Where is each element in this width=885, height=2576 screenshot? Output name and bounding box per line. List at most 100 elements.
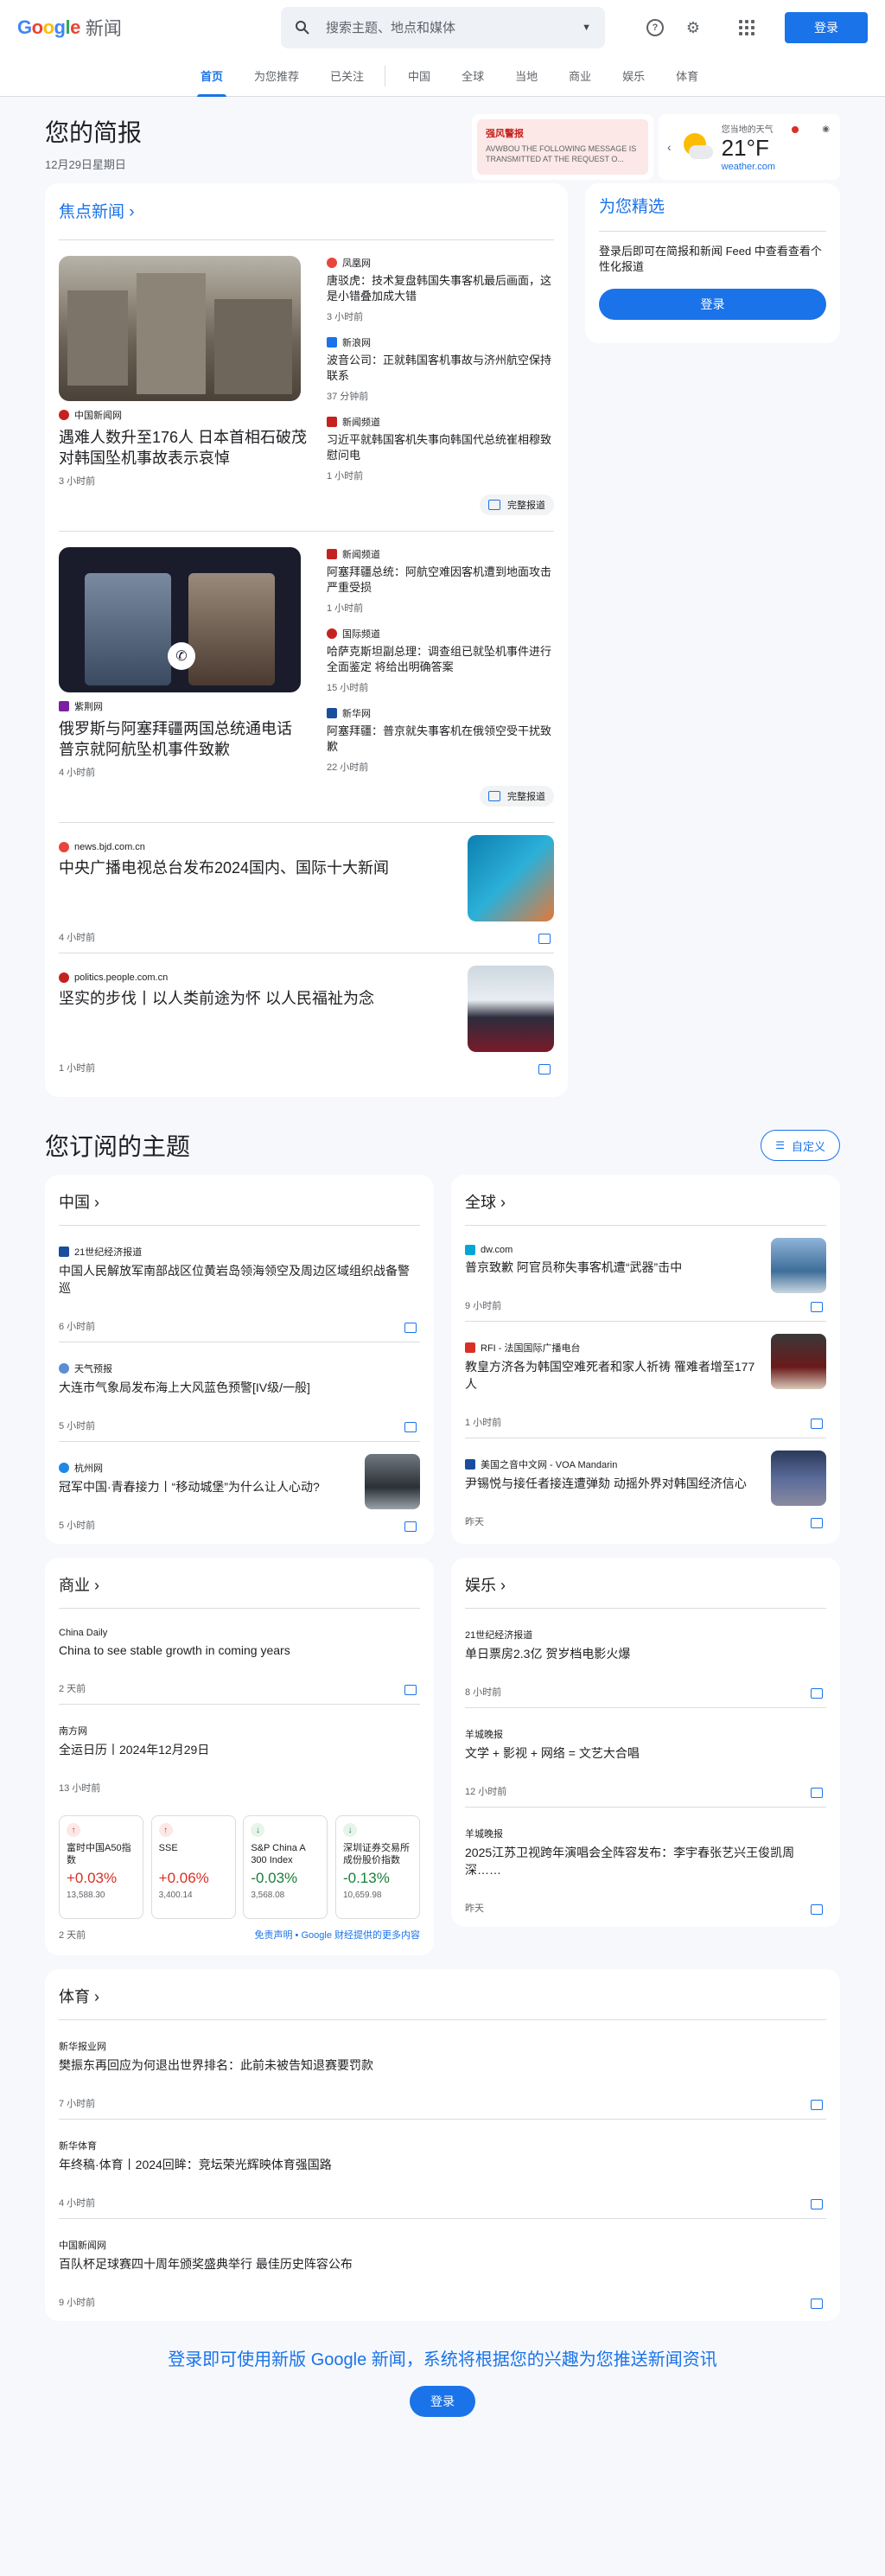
tab-following[interactable]: 已关注 — [320, 55, 374, 97]
google-logo-text: Google — [17, 16, 80, 38]
top-news-title[interactable]: 焦点新闻 › — [59, 194, 554, 240]
headline[interactable]: 大连市气象局发布海上大风蓝色预警[IV级/一般] — [59, 1379, 420, 1396]
headline[interactable]: 唐驳虎：技术复盘韩国失事客机最后画面，这是小错叠加成大错 — [327, 273, 554, 304]
full-coverage-icon[interactable] — [811, 1518, 823, 1528]
topic-title[interactable]: 商业 › — [59, 1566, 420, 1608]
full-coverage-icon[interactable] — [811, 1302, 823, 1312]
headline[interactable]: 坚实的步伐丨以人类前途为怀 以人民福祉为念 — [59, 988, 450, 1009]
story-thumbnail[interactable] — [771, 1334, 826, 1389]
headline[interactable]: China to see stable growth in coming yea… — [59, 1642, 420, 1659]
headline[interactable]: 樊振东再回应为何退出世界排名：此前未被告知退赛要罚款 — [59, 2056, 826, 2074]
weather-source[interactable]: weather.com — [722, 162, 775, 172]
headline[interactable]: 习近平就韩国客机失事向韩国代总统崔相穆致慰问电 — [327, 432, 554, 463]
customize-button[interactable]: ☰ 自定义 — [761, 1130, 840, 1161]
stock-value: 3,400.14 — [158, 1891, 193, 1900]
stock-value: 3,568.08 — [251, 1891, 285, 1900]
story-thumbnail[interactable] — [365, 1454, 420, 1509]
full-coverage-icon[interactable] — [811, 1419, 823, 1429]
stock-tile[interactable]: ↓ S&P China A 300 Index (CNY) -0.03% 3,5… — [243, 1815, 328, 1919]
source-label: 国际频道 — [327, 627, 554, 641]
full-coverage-icon[interactable] — [404, 1521, 417, 1532]
story-image[interactable]: ✆ — [59, 547, 301, 692]
search-bar[interactable]: ▼ — [281, 7, 605, 48]
stock-tile[interactable]: ↑ 富时中国A50指数 +0.03% 13,588.30 — [59, 1815, 143, 1919]
headline[interactable]: 普京致歉 阿官员称失事客机遭“武器”击中 — [465, 1259, 757, 1276]
full-coverage-button[interactable]: 完整报道 — [480, 786, 554, 807]
story-thumbnail[interactable] — [468, 835, 554, 921]
headline[interactable]: 中国人民解放军南部战区位黄岩岛领海领空及周边区域组织战备警巡 — [59, 1262, 420, 1297]
headline[interactable]: 年终稿·体育丨2024回眸：竞坛荣光辉映体育强国路 — [59, 2156, 826, 2173]
chevron-left-icon[interactable]: ‹ — [667, 140, 672, 154]
topic-title[interactable]: 娱乐 › — [465, 1566, 826, 1608]
full-coverage-icon[interactable] — [538, 934, 551, 944]
story-thumbnail[interactable] — [468, 966, 554, 1052]
tab-entertainment[interactable]: 娱乐 — [612, 55, 655, 97]
apps-grid-icon[interactable] — [729, 10, 764, 45]
headline[interactable]: 哈萨克斯坦副总理：调查组已就坠机事件进行全面鉴定 将给出明确答案 — [327, 644, 554, 675]
headline[interactable]: 冠军中国·青春接力丨“移动城堡”为什么让人心动? — [59, 1478, 351, 1495]
full-coverage-icon[interactable] — [811, 2100, 823, 2110]
tab-business[interactable]: 商业 — [558, 55, 602, 97]
picks-signin-button[interactable]: 登录 — [599, 289, 826, 320]
story-cluster: ✆ 紫荆网 俄罗斯与阿塞拜疆两国总统通电话 普京就阿航坠机事件致歉 4 小时前 … — [59, 532, 554, 823]
help-icon[interactable]: ? — [638, 10, 672, 45]
full-coverage-icon[interactable] — [404, 1685, 417, 1695]
headline[interactable]: 遇难人数升至176人 日本首相石破茂对韩国坠机事故表示哀悼 — [59, 427, 309, 469]
timestamp: 3 小时前 — [327, 312, 364, 322]
story-thumbnail[interactable] — [771, 1451, 826, 1506]
headline[interactable]: 文学 + 影视 + 网络 = 文艺大合唱 — [465, 1744, 826, 1762]
tab-sports[interactable]: 体育 — [665, 55, 709, 97]
headline[interactable]: 尹锡悦与接任者接连遭弹劾 动摇外界对韩国经济信心 — [465, 1475, 757, 1492]
tab-china[interactable]: 中国 — [398, 55, 441, 97]
full-coverage-icon[interactable] — [404, 1323, 417, 1333]
weather-widget[interactable]: ‹ 您当地的天气 21°F weather.com ◉ — [659, 114, 840, 180]
finance-more-link[interactable]: • Google 财经提供的更多内容 — [293, 1930, 420, 1941]
related-story: 凤凰网 唐驳虎：技术复盘韩国失事客机最后画面，这是小错叠加成大错 3 小时前 — [327, 256, 554, 323]
stock-tile[interactable]: ↓ 深圳证券交易所成份股价指数 -0.13% 10,659.98 — [334, 1815, 420, 1919]
full-coverage-icon[interactable] — [811, 2199, 823, 2209]
gear-icon[interactable]: ⚙ — [676, 10, 710, 45]
topic-title[interactable]: 中国 › — [59, 1183, 420, 1225]
source-label: 21世纪经济报道 — [465, 1630, 533, 1641]
google-news-logo[interactable]: Google 新闻 — [17, 15, 277, 41]
full-coverage-icon[interactable] — [811, 1788, 823, 1798]
search-input[interactable] — [326, 20, 583, 35]
disclaimer-link[interactable]: 免责声明 — [255, 1930, 293, 1941]
headline[interactable]: 2025江苏卫视跨年演唱会全阵容发布：李宇春张艺兴王俊凯周深…… — [465, 1844, 826, 1878]
full-coverage-icon[interactable] — [404, 1422, 417, 1432]
headline[interactable]: 阿塞拜疆总统：阿航空难因客机遭到地面攻击严重受损 — [327, 564, 554, 596]
stock-tile[interactable]: ↑ SSE +0.06% 3,400.14 — [150, 1815, 236, 1919]
headline[interactable]: 中央广播电视总台发布2024国内、国际十大新闻 — [59, 858, 450, 878]
tab-world[interactable]: 全球 — [451, 55, 494, 97]
headline[interactable]: 教皇方济各为韩国空难死者和家人祈祷 罹难者增至177人 — [465, 1358, 757, 1393]
full-coverage-icon[interactable] — [811, 1904, 823, 1915]
headline[interactable]: 百队杯足球赛四十周年颁奖盛典举行 最佳历史阵容公布 — [59, 2255, 826, 2273]
search-icon[interactable] — [295, 20, 310, 35]
story-thumbnail[interactable] — [771, 1238, 826, 1293]
story-image[interactable] — [59, 256, 301, 401]
full-coverage-icon[interactable] — [538, 1064, 551, 1074]
signin-cta-button[interactable]: 登录 — [410, 2386, 475, 2417]
headline[interactable]: 单日票房2.3亿 贺岁档电影火爆 — [465, 1645, 826, 1662]
full-coverage-icon[interactable] — [811, 2299, 823, 2309]
weather-alert[interactable]: 强风警报 AVWBOU THE FOLLOWING MESSAGE IS TRA… — [472, 114, 653, 180]
full-coverage-button[interactable]: 完整报道 — [480, 494, 554, 515]
headline[interactable]: 全运日历丨2024年12月29日 — [59, 1741, 420, 1758]
weather-temp: 21°F — [721, 135, 769, 161]
stock-change: +0.03% — [67, 1870, 118, 1886]
headline[interactable]: 波音公司：正就韩国客机事故与济州航空保持联系 — [327, 353, 554, 384]
alert-title: 强风警报 — [486, 129, 524, 139]
headline[interactable]: 阿塞拜疆：普京就失事客机在俄领空受干扰致歉 — [327, 724, 554, 755]
search-dropdown-icon[interactable]: ▼ — [582, 22, 591, 33]
headline[interactable]: 俄罗斯与阿塞拜疆两国总统通电话 普京就阿航坠机事件致歉 — [59, 718, 309, 760]
topic-title[interactable]: 体育 › — [59, 1978, 826, 2019]
tab-local[interactable]: 当地 — [505, 55, 548, 97]
topic-title[interactable]: 全球 › — [465, 1183, 826, 1225]
timestamp: 8 小时前 — [465, 1687, 502, 1698]
tab-for-you[interactable]: 为您推荐 — [244, 55, 309, 97]
timestamp: 2 天前 — [59, 1684, 86, 1694]
tab-home[interactable]: 首页 — [190, 55, 233, 97]
signin-button[interactable]: 登录 — [785, 12, 868, 43]
location-icon[interactable]: ◉ — [822, 124, 830, 134]
full-coverage-icon[interactable] — [811, 1688, 823, 1699]
